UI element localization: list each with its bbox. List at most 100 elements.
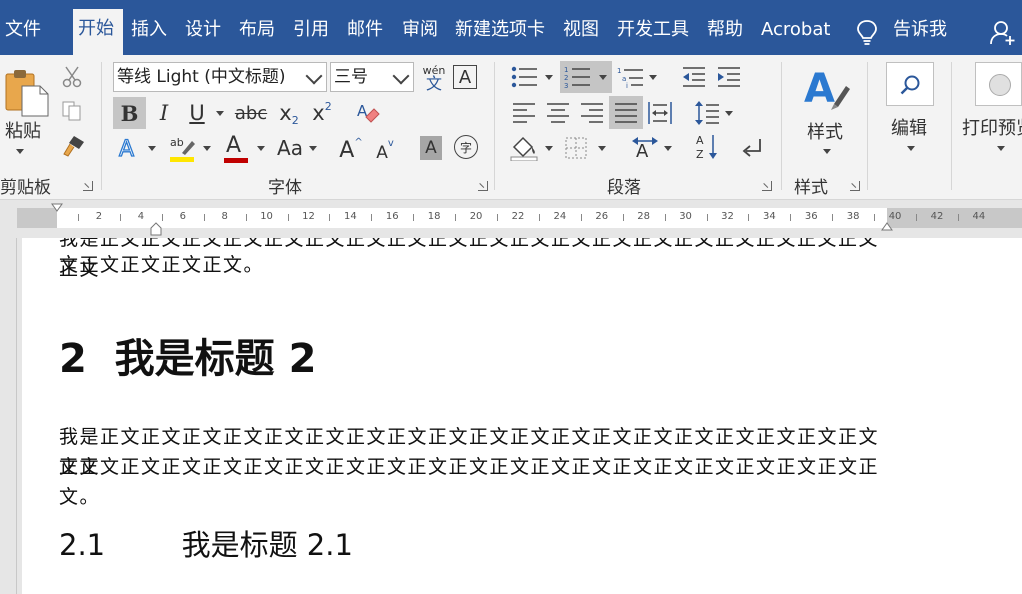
editing-button[interactable]	[886, 62, 934, 106]
clipboard-dialog-launcher[interactable]	[83, 181, 93, 191]
phonetic-guide-button[interactable]: wén 文	[420, 63, 448, 93]
font-size-value: 三号	[334, 67, 368, 87]
first-line-indent-marker[interactable]	[51, 203, 63, 213]
character-shading-button[interactable]: A	[420, 136, 442, 160]
tab-new-tab[interactable]: 新建选项卡	[450, 10, 550, 55]
align-center-icon[interactable]	[546, 102, 570, 124]
enclose-characters-button[interactable]: 字	[454, 135, 478, 159]
line-spacing-icon[interactable]	[694, 100, 720, 126]
tab-mailings[interactable]: 邮件	[342, 10, 388, 55]
bold-button[interactable]: B	[113, 97, 146, 129]
body-paragraph-1-line-2[interactable]: 文正文正文正文正文。	[59, 250, 899, 280]
sort-icon[interactable]: A Z	[695, 133, 719, 161]
tab-file[interactable]: 文件	[0, 10, 46, 55]
italic-button[interactable]: I	[150, 97, 178, 129]
horizontal-ruler[interactable]: 2 4 6 8 10 12 14 16 18 20 22 24 26 28 30 32 34 36 38 40 42 44	[0, 201, 1022, 236]
vertical-ruler[interactable]	[0, 238, 17, 594]
tell-me-search[interactable]: 告诉我	[888, 10, 952, 55]
paragraph-dialog-launcher[interactable]	[762, 181, 772, 191]
grow-font-button[interactable]: A ^	[338, 135, 364, 165]
numbering-caret[interactable]	[599, 75, 607, 80]
superscript-button[interactable]: x2	[307, 97, 337, 129]
right-indent-marker[interactable]	[881, 222, 893, 232]
decrease-indent-icon[interactable]	[681, 66, 707, 88]
tab-home[interactable]: 开始	[73, 9, 123, 55]
chinese-layout-caret[interactable]	[664, 146, 672, 151]
multilevel-list-icon[interactable]: 1 a i	[617, 66, 645, 88]
font-size-combo[interactable]: 三号	[330, 62, 414, 92]
paste-icon[interactable]	[4, 68, 50, 118]
print-preview-label[interactable]: 打印预览	[962, 114, 1022, 140]
tab-help[interactable]: 帮助	[702, 10, 748, 55]
editing-label[interactable]: 编辑	[891, 114, 927, 140]
bullets-caret[interactable]	[545, 75, 553, 80]
distributed-icon[interactable]	[648, 101, 672, 125]
font-name-combo[interactable]: 等线 Light (中文标题)	[113, 62, 327, 92]
shading-icon[interactable]	[510, 135, 538, 161]
font-color-swatch	[224, 158, 248, 163]
chevron-down-icon[interactable]	[305, 67, 323, 85]
underline-button[interactable]: U	[183, 97, 211, 129]
highlight-color-button[interactable]: ab	[168, 135, 196, 165]
grow-font-char: A	[339, 137, 355, 163]
shrink-font-button[interactable]: Av	[372, 135, 398, 165]
text-effects-caret[interactable]	[148, 146, 156, 151]
share-user-icon[interactable]	[990, 20, 1016, 46]
text-effects-icon[interactable]: A	[118, 135, 142, 161]
format-painter-icon[interactable]	[60, 134, 86, 158]
line-spacing-caret[interactable]	[725, 111, 733, 116]
align-right-icon[interactable]	[580, 102, 604, 124]
tab-design[interactable]: 设计	[180, 10, 226, 55]
print-preview-caret[interactable]	[997, 146, 1005, 151]
align-left-icon[interactable]	[512, 102, 536, 124]
font-dialog-launcher[interactable]	[478, 181, 488, 191]
tab-acrobat[interactable]: Acrobat	[756, 10, 835, 55]
change-case-button[interactable]: Aa	[274, 133, 306, 163]
tab-references[interactable]: 引用	[288, 10, 334, 55]
svg-text:1: 1	[564, 66, 568, 74]
heading-2-1[interactable]: 2.1 我是标题 2.1	[59, 522, 899, 564]
document-page[interactable]: 我是正文正文正文正文正文正文正文正文正文正文正文正文正文正文正文正文正文正文正文…	[22, 238, 1022, 594]
tab-review[interactable]: 审阅	[397, 10, 443, 55]
justify-button[interactable]	[609, 96, 643, 129]
lightbulb-icon[interactable]	[856, 19, 878, 45]
editing-caret[interactable]	[907, 146, 915, 151]
character-border-button[interactable]: A	[453, 65, 477, 89]
styles-dialog-launcher[interactable]	[850, 181, 860, 191]
chevron-down-icon[interactable]	[392, 67, 410, 85]
shading-caret[interactable]	[545, 146, 553, 151]
font-color-button[interactable]: A	[222, 133, 250, 165]
tab-view[interactable]: 视图	[558, 10, 604, 55]
show-marks-icon[interactable]	[740, 137, 764, 159]
cut-icon[interactable]	[61, 66, 83, 88]
font-color-caret[interactable]	[257, 146, 265, 151]
highlight-dropdown-caret[interactable]	[203, 146, 211, 151]
strikethrough-button[interactable]: abc	[233, 97, 269, 129]
hanging-indent-marker[interactable]	[150, 222, 162, 236]
styles-icon[interactable]: A	[804, 66, 850, 110]
tab-insert[interactable]: 插入	[126, 10, 172, 55]
chinese-layout-icon[interactable]: A	[630, 135, 660, 161]
ruler-minor-tick	[203, 214, 205, 221]
clear-formatting-icon[interactable]: A	[356, 101, 380, 125]
borders-icon[interactable]	[565, 137, 587, 159]
paste-dropdown-caret[interactable]	[16, 149, 24, 154]
tab-layout[interactable]: 布局	[234, 10, 280, 55]
body-paragraph-2-line-2[interactable]: 文正文正文正文正文正文正文正文正文正文正文正文正文正文正文正文正文正文正文正文正…	[59, 452, 899, 512]
ribbon-home: 粘贴 剪贴板 等线 Light (中文标题) 三号 wén 文 A B I U …	[0, 55, 1022, 200]
heading-2[interactable]: 2 我是标题 2	[59, 326, 899, 384]
numbering-button[interactable]: 1 2 3	[560, 61, 612, 93]
subscript-button[interactable]: x2	[274, 97, 304, 129]
underline-dropdown-caret[interactable]	[216, 111, 224, 116]
change-case-caret[interactable]	[309, 146, 317, 151]
styles-caret[interactable]	[823, 149, 831, 154]
print-preview-button[interactable]	[975, 62, 1022, 106]
copy-icon[interactable]	[61, 100, 83, 122]
bullets-icon[interactable]	[511, 66, 539, 88]
increase-indent-icon[interactable]	[716, 66, 742, 88]
paste-label[interactable]: 粘贴	[5, 117, 41, 143]
tab-developer[interactable]: 开发工具	[612, 10, 694, 55]
styles-label[interactable]: 样式	[807, 118, 843, 144]
borders-caret[interactable]	[598, 146, 606, 151]
multilevel-caret[interactable]	[649, 75, 657, 80]
